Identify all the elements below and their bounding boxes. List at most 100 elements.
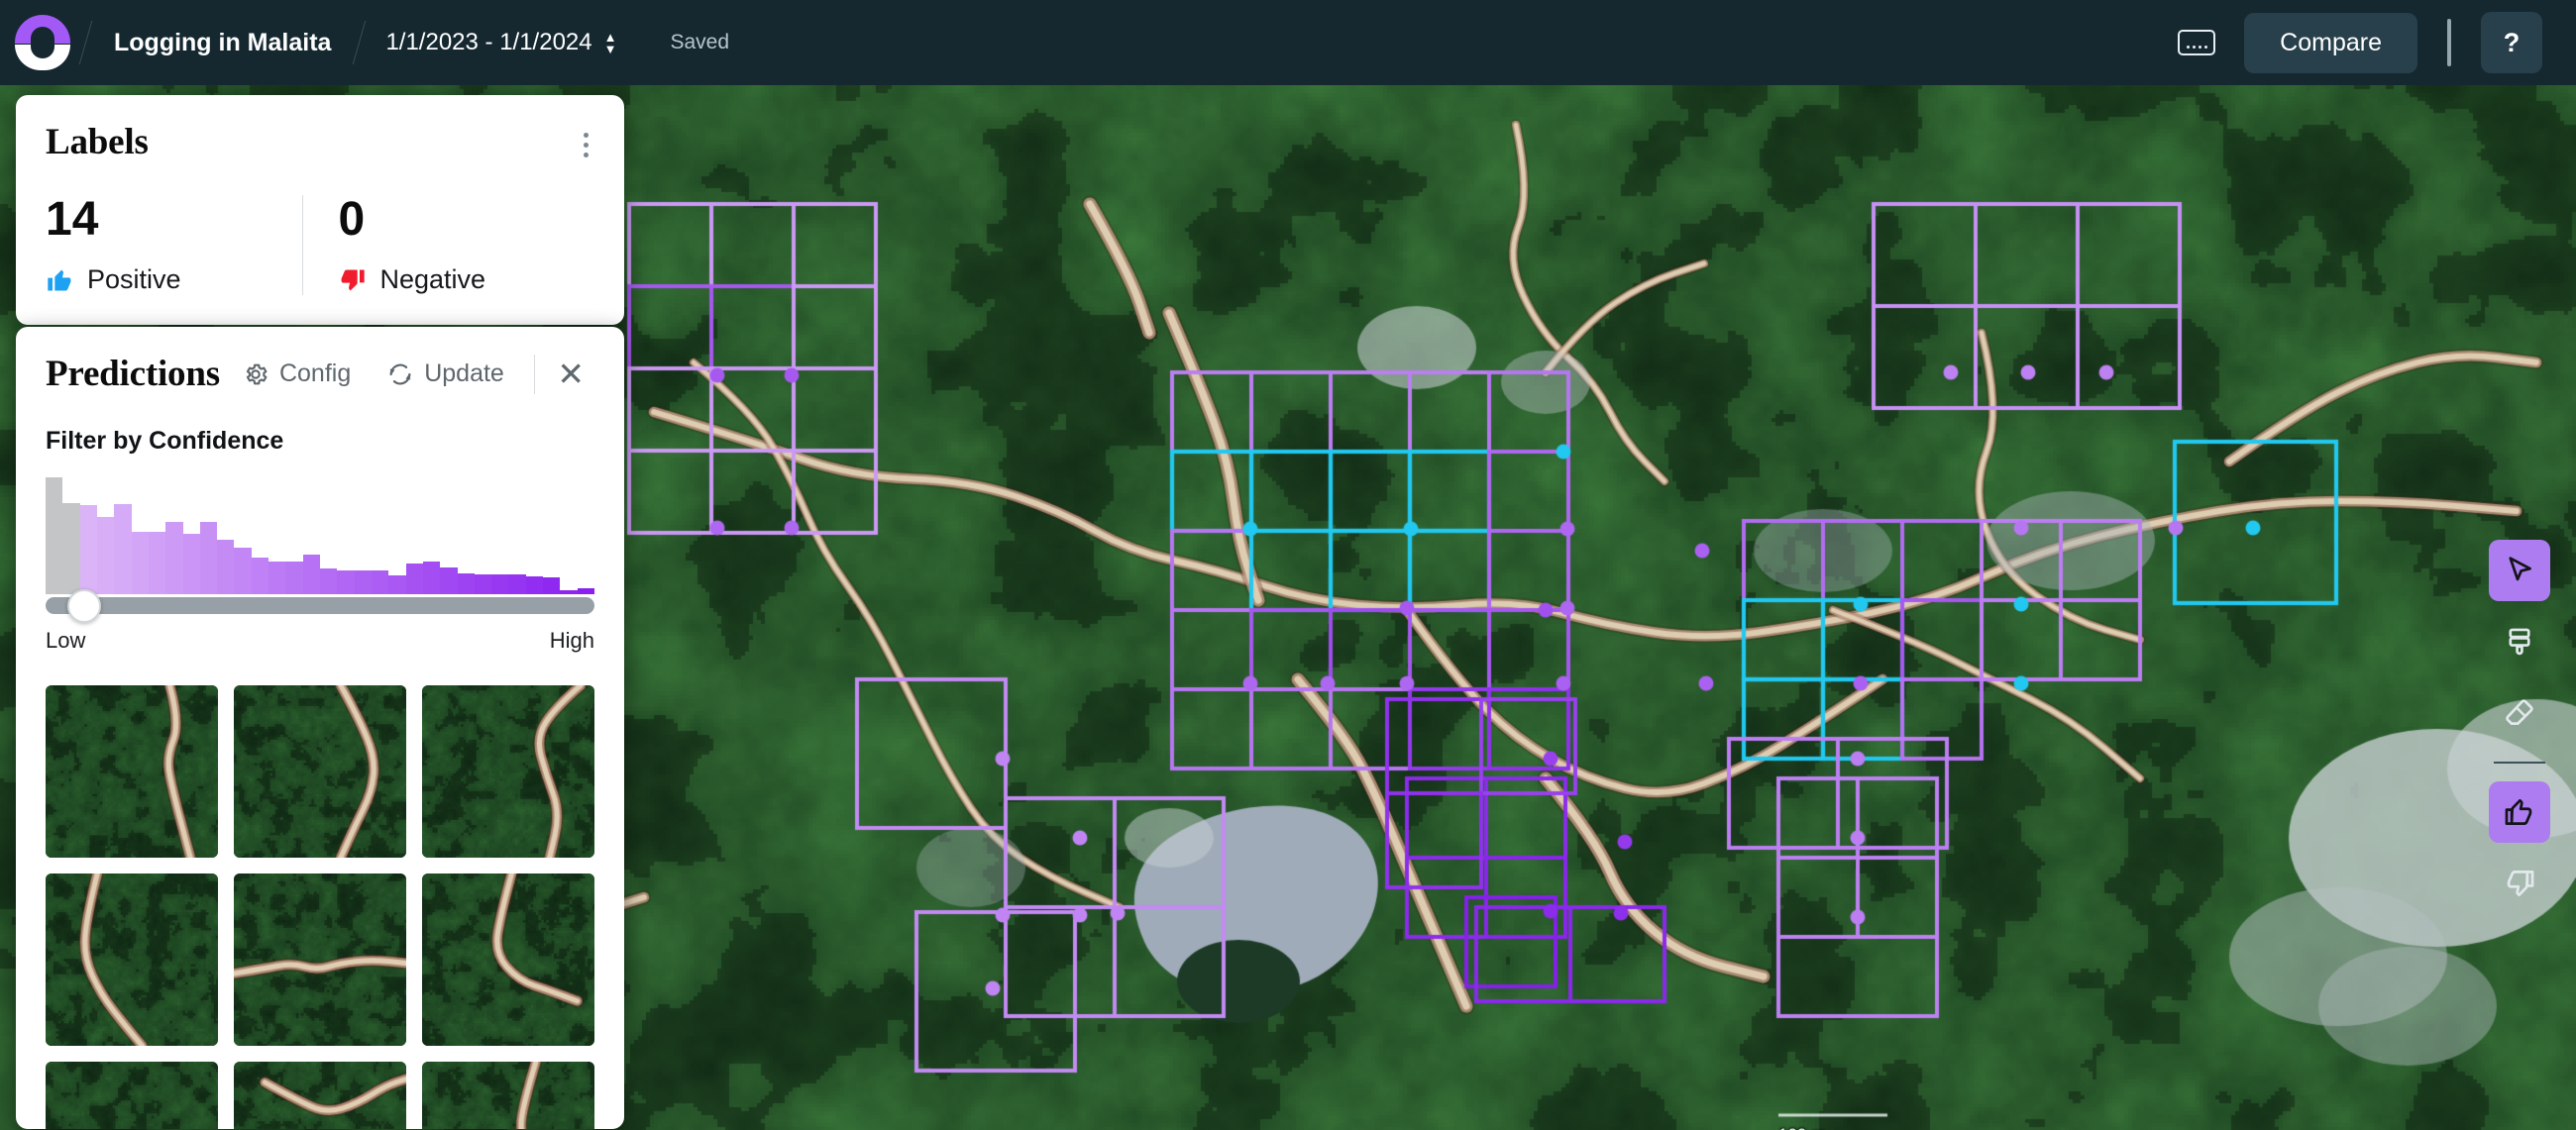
histogram-low-label: Low: [46, 628, 86, 653]
cursor-arrow-icon: [2509, 557, 2531, 581]
histogram-bar: [79, 505, 97, 594]
histogram-bar: [457, 572, 475, 594]
confidence-slider-handle[interactable]: [66, 588, 101, 623]
date-range-label: 1/1/2023 - 1/1/2024: [385, 29, 592, 55]
kebab-menu-icon[interactable]: [578, 121, 594, 169]
histogram-bar: [302, 554, 320, 594]
negative-label: Negative: [379, 264, 486, 295]
confidence-slider[interactable]: [46, 588, 594, 623]
labels-panel-header: Labels: [46, 121, 594, 169]
thumbs-down-icon: [341, 269, 365, 291]
thumbs-up-icon: [48, 269, 71, 291]
config-label: Config: [278, 360, 352, 387]
labels-panel: Labels 14 Positive 0 Negative: [16, 95, 624, 326]
app-logo[interactable]: [0, 0, 85, 85]
paintbrush-icon: [2509, 628, 2530, 656]
histogram-bar: [217, 539, 235, 594]
prediction-thumbnail[interactable]: [46, 685, 218, 858]
save-status: Saved: [670, 31, 730, 53]
histogram-bar: [422, 561, 441, 594]
keyboard-shortcuts-button[interactable]: [2167, 13, 2226, 72]
gear-icon: [246, 363, 268, 384]
positive-count: 14: [46, 193, 99, 246]
eraser-tool[interactable]: [2489, 682, 2550, 744]
histogram-bar: [199, 521, 218, 594]
pointer-tool[interactable]: [2489, 540, 2550, 601]
eraser-icon: [2506, 699, 2533, 725]
positive-label-tool[interactable]: [2489, 781, 2550, 843]
earth-genome-e-logo-icon: [15, 15, 70, 70]
prediction-thumbnail[interactable]: [234, 685, 406, 858]
histogram-bar: [440, 566, 458, 594]
prediction-thumbnail-image: [234, 685, 406, 858]
date-range-selector[interactable]: 1/1/2023 - 1/1/2024 ▲ ▼: [360, 29, 642, 56]
histogram-bar: [525, 576, 544, 594]
update-button[interactable]: Update: [369, 354, 522, 394]
confidence-histogram-bars: [46, 477, 594, 594]
histogram-bar: [182, 533, 200, 594]
prediction-thumbnail-image: [46, 685, 218, 858]
histogram-high-label: High: [549, 628, 594, 653]
header-divider-3: [2447, 19, 2451, 66]
histogram-bar: [131, 532, 149, 594]
negative-count: 0: [338, 193, 366, 246]
positive-stat: 14 Positive: [46, 193, 302, 295]
labels-panel-title: Labels: [46, 122, 149, 162]
top-bar: Logging in Malaita 1/1/2023 - 1/1/2024 ▲…: [0, 0, 2576, 85]
predictions-panel-header: Predictions Config Update ✕: [46, 353, 594, 395]
histogram-bar: [251, 558, 269, 594]
histogram-bar: [148, 532, 166, 594]
histogram-bar: [560, 590, 578, 594]
histogram-bar: [371, 570, 389, 594]
help-button[interactable]: ?: [2481, 12, 2542, 73]
histogram-bar: [337, 570, 355, 594]
chevron-up-down-icon: ▲ ▼: [603, 29, 617, 56]
prediction-thumbnail[interactable]: [234, 1062, 406, 1129]
positive-label: Positive: [87, 264, 181, 295]
prediction-thumbnail-image: [46, 873, 218, 1046]
histogram-bar: [114, 504, 132, 594]
histogram-bar: [405, 564, 423, 594]
histogram-bar: [508, 573, 526, 594]
negative-stat: 0 Negative: [301, 193, 595, 296]
prediction-thumbnail-image: [422, 685, 594, 858]
prediction-thumbnail-image: [422, 873, 594, 1046]
compare-button[interactable]: Compare: [2244, 12, 2417, 73]
histogram-bar: [577, 588, 594, 594]
histogram-bar: [165, 521, 183, 594]
histogram-bar: [285, 561, 303, 594]
predictions-panel: Predictions Config Update ✕ Filter by Co…: [16, 327, 624, 1129]
keyboard-icon: [2178, 30, 2216, 55]
prediction-thumbnail[interactable]: [422, 685, 594, 858]
filter-by-confidence-title: Filter by Confidence: [46, 427, 284, 455]
negative-label-tool[interactable]: [2489, 853, 2550, 914]
histogram-bar: [62, 502, 80, 594]
config-button[interactable]: Config: [224, 354, 369, 394]
histogram-axis-labels: Low High: [46, 628, 594, 654]
histogram-bar: [474, 573, 492, 594]
thumbs-down-icon: [2507, 871, 2534, 897]
histogram-bar: [543, 577, 561, 594]
histogram-bar: [268, 561, 286, 594]
predictions-panel-title: Predictions: [46, 354, 220, 394]
histogram-bar: [46, 477, 63, 594]
refresh-icon: [389, 363, 411, 384]
prediction-thumbnail[interactable]: [46, 1062, 218, 1129]
histogram-bar: [491, 573, 509, 594]
map-tool-toolbar: [2485, 540, 2554, 914]
prediction-thumbnail[interactable]: [422, 1062, 594, 1129]
prediction-thumbnail[interactable]: [234, 873, 406, 1046]
prediction-thumbnail[interactable]: [422, 873, 594, 1046]
brush-tool[interactable]: [2489, 611, 2550, 672]
prediction-thumbnail[interactable]: [46, 873, 218, 1046]
confidence-histogram-chart: Low High: [46, 477, 594, 654]
prediction-thumbnail-image: [234, 1062, 406, 1129]
thumbs-up-icon: [2505, 798, 2532, 825]
prediction-thumbnail-image: [46, 1062, 218, 1129]
project-title: Logging in Malaita: [114, 28, 332, 56]
labels-stats: 14 Positive 0 Negative: [46, 193, 595, 296]
toolbar-divider: [2494, 762, 2545, 764]
update-label: Update: [424, 360, 504, 387]
prediction-thumbnail-grid: [46, 685, 594, 1129]
close-icon[interactable]: ✕: [547, 356, 594, 392]
